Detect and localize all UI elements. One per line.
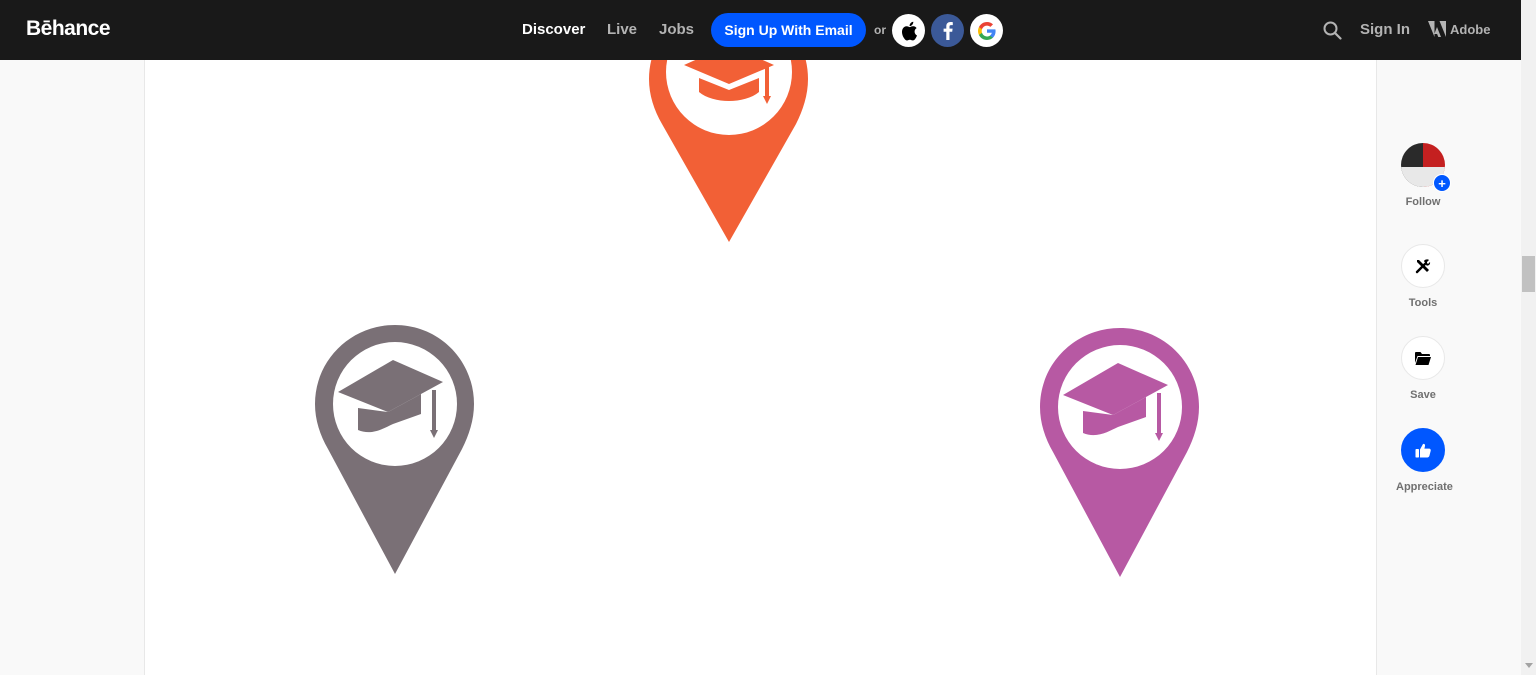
appreciate-label: Appreciate <box>1396 481 1453 493</box>
sign-in-link[interactable]: Sign In <box>1360 21 1410 38</box>
follow-label: Follow <box>1405 196 1441 208</box>
adobe-label: Adobe <box>1450 21 1491 37</box>
right-divider <box>1376 60 1377 675</box>
google-icon <box>977 21 996 40</box>
sign-up-with-email-button[interactable]: Sign Up With Email <box>711 13 866 47</box>
google-signin-button[interactable] <box>970 14 1003 47</box>
nav-jobs[interactable]: Jobs <box>659 21 694 38</box>
apple-signin-button[interactable] <box>892 14 925 47</box>
avatar[interactable]: + <box>1401 143 1451 192</box>
thumbs-up-icon <box>1415 443 1431 457</box>
tools-label: Tools <box>1408 297 1438 309</box>
facebook-icon <box>943 21 953 40</box>
magenta-location-pin <box>1040 328 1199 577</box>
save-label: Save <box>1410 389 1436 401</box>
apple-icon <box>901 21 917 40</box>
facebook-signin-button[interactable] <box>931 14 964 47</box>
scrollbar-thumb[interactable] <box>1522 256 1535 292</box>
appreciate-rail-item[interactable]: Appreciate <box>1396 428 1453 493</box>
search-icon[interactable] <box>1323 21 1342 45</box>
appreciate-button[interactable] <box>1401 428 1445 472</box>
top-nav-bar: Bēhance Discover Live Jobs Sign Up With … <box>0 0 1521 60</box>
save-rail-item[interactable]: Save <box>1396 336 1450 401</box>
nav-discover[interactable]: Discover <box>522 21 585 38</box>
gray-location-pin <box>315 325 474 574</box>
save-button[interactable] <box>1401 336 1445 380</box>
adobe-link[interactable]: Adobe <box>1428 21 1490 37</box>
adobe-logo-icon <box>1428 21 1446 37</box>
tools-icon <box>1415 259 1431 274</box>
behance-logo[interactable]: Bēhance <box>26 17 111 41</box>
scroll-down-arrow-icon[interactable] <box>1525 663 1533 668</box>
or-label: or <box>874 23 886 37</box>
nav-live[interactable]: Live <box>607 21 637 38</box>
folder-icon <box>1415 351 1431 365</box>
scrollbar[interactable] <box>1521 0 1536 675</box>
plus-icon: + <box>1433 174 1451 192</box>
follow-rail-item[interactable]: + Follow <box>1396 143 1451 208</box>
tools-button[interactable] <box>1401 244 1445 288</box>
tools-rail-item[interactable]: Tools <box>1396 244 1450 309</box>
